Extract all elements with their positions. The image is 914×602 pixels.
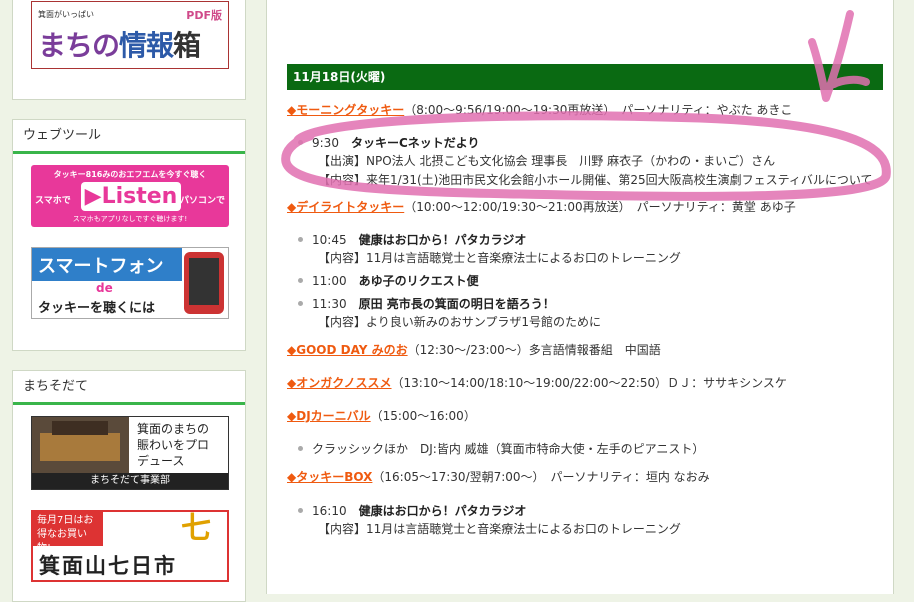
item-time: 16:10 — [312, 504, 347, 518]
smartphone-banner[interactable]: スマートフォン de タッキーを聴くには — [31, 247, 229, 319]
list-item: 16:10 健康はお口から！パタカラジオ — [312, 502, 526, 519]
item-title: 原田 亮市長の箕面の明日を語ろう！ — [358, 297, 555, 311]
nanokaichi-banner[interactable]: 毎月7日はお得なお買い物! 七 箕面山七日市 — [31, 510, 229, 582]
bullet-icon — [298, 301, 303, 306]
program-line: ◆デイライトタッキー（10:00〜12:00/19:30〜21:00再放送） パ… — [287, 198, 796, 215]
bullet-icon — [298, 446, 303, 451]
item-detail: 【内容】より良い新みのおサンプラザ1号館のために — [318, 315, 602, 329]
program-link[interactable]: ◆デイライトタッキー — [287, 200, 404, 214]
item-detail: 【内容】来年1/31(土)池田市民文化会館小ホール開催、第25回大阪高校生演劇フ… — [318, 173, 873, 187]
program-info: （13:10〜14:00/18:10〜19:00/22:00〜22:50）ＤＪ：… — [391, 376, 787, 390]
listen-top-text: タッキー816みのおエフエムを今すぐ聴く — [53, 170, 207, 179]
smartphone-icon — [184, 252, 224, 314]
item-title: タッキーCネットだより — [350, 136, 480, 150]
program-link[interactable]: ◆DJカーニバル — [287, 409, 371, 423]
list-item: クラッシックほか DJ:皆内 威雄（箕面市特命大使・左手のピアニスト） — [312, 440, 704, 457]
web-tools-title: ウェブツール — [13, 120, 245, 154]
program-line: ◆GOOD DAY みのお（12:30〜/23:00〜）多言語情報番組 中国語 — [287, 341, 661, 358]
item-detail: 【内容】11月は言語聴覚士と音楽療法士によるお口のトレーニング — [318, 251, 681, 265]
listen-left-text: スマホで — [35, 196, 71, 206]
banner-title-part: まちの — [38, 29, 120, 62]
storefront-photo — [32, 417, 129, 475]
program-line: ◆モーニングタッキー（8:00〜9:56/19:00〜19:30再放送） パーソ… — [287, 101, 792, 118]
listen-banner[interactable]: タッキー816みのおエフエムを今すぐ聴く スマホで ▶Listen パソコンで … — [31, 165, 229, 227]
program-link[interactable]: ◆タッキーBOX — [287, 470, 372, 484]
banner-title-part: 情報 — [119, 29, 174, 62]
item-time: 11:30 — [312, 297, 347, 311]
sidebar-box-banner: 箕面がいっぱい PDF版 まちの情報箱 — [12, 0, 246, 100]
listen-right-text: パソコンで — [179, 196, 225, 206]
phone-banner-title: スマートフォン — [38, 256, 164, 277]
machisodate-banner[interactable]: 箕面のまちの賑わいをプロデュース まちそだて事業部 — [31, 416, 229, 490]
machisodate-box: まちそだて 箕面のまちの賑わいをプロデュース まちそだて事業部 毎月7日はお得な… — [12, 370, 246, 602]
web-tools-box: ウェブツール タッキー816みのおエフエムを今すぐ聴く スマホで ▶Listen… — [12, 119, 246, 351]
item-title: クラッシックほか DJ:皆内 威雄（箕面市特命大使・左手のピアニスト） — [312, 442, 705, 456]
bullet-icon — [298, 508, 303, 513]
list-item: 10:45 健康はお口から！パタカラジオ — [312, 231, 526, 248]
item-detail: 【内容】11月は言語聴覚士と音楽療法士によるお口のトレーニング — [318, 522, 681, 536]
sodate-banner-text: 箕面のまちの賑わいをプロデュース — [129, 417, 228, 475]
list-item: 11:30 原田 亮市長の箕面の明日を語ろう！ — [312, 295, 555, 312]
item-title: 健康はお口から！パタカラジオ — [358, 233, 527, 247]
item-detail: 【出演】NPO法人 北摂こども文化協会 理事長 川野 麻衣子（かわの・まいご）さ… — [318, 154, 776, 168]
program-info: （10:00〜12:00/19:30〜21:00再放送） パーソナリティ：黄堂 … — [404, 200, 796, 214]
bullet-icon — [298, 140, 303, 145]
program-info: （15:00〜16:00） — [370, 409, 476, 423]
banner-title-part: 箱 — [173, 29, 201, 62]
banner-small-text: 箕面がいっぱい — [38, 10, 94, 19]
program-info: （12:30〜/23:00〜）多言語情報番組 中国語 — [407, 343, 661, 357]
pdf-label: PDF版 — [186, 9, 222, 22]
item-title: あゆ子のリクエスト便 — [358, 274, 479, 288]
sodate-banner-bar: まちそだて事業部 — [32, 473, 228, 489]
list-item: 9:30 タッキーCネットだより — [312, 134, 480, 151]
program-info: （8:00〜9:56/19:00〜19:30再放送） パーソナリティ：やぶた あ… — [404, 103, 793, 117]
machisodate-title: まちそだて — [13, 371, 245, 405]
item-time: 10:45 — [312, 233, 347, 247]
program-line: ◆DJカーニバル（15:00〜16:00） — [287, 407, 476, 424]
program-info: （16:05〜17:30/翌朝7:00〜） パーソナリティ：垣内 なおみ — [372, 470, 710, 484]
schedule-panel: 11月18日(火曜) ◆モーニングタッキー（8:00〜9:56/19:00〜19… — [266, 0, 894, 594]
machi-joho-bako-banner[interactable]: 箕面がいっぱい PDF版 まちの情報箱 — [31, 1, 229, 69]
program-link[interactable]: ◆GOOD DAY みのお — [287, 343, 408, 357]
listen-bottom-text: スマホもアプリなしですぐ聴けます! — [72, 215, 188, 223]
bullet-icon — [298, 278, 303, 283]
item-time: 11:00 — [312, 274, 347, 288]
bullet-icon — [298, 237, 303, 242]
program-line: ◆オンガクノススメ（13:10〜14:00/18:10〜19:00/22:00〜… — [287, 374, 787, 391]
banner-title: まちの情報箱 — [38, 24, 201, 64]
nanoka-red-label: 毎月7日はお得なお買い物! — [33, 512, 103, 554]
phone-banner-subtitle: タッキーを聴くには — [38, 301, 156, 316]
list-item: 11:00 あゆ子のリクエスト便 — [312, 272, 479, 289]
program-link[interactable]: ◆モーニングタッキー — [287, 103, 404, 117]
program-link[interactable]: ◆オンガクノススメ — [287, 376, 392, 390]
item-title: 健康はお口から！パタカラジオ — [358, 504, 527, 518]
program-line: ◆タッキーBOX（16:05〜17:30/翌朝7:00〜） パーソナリティ：垣内… — [287, 468, 710, 485]
listen-play-label: ▶Listen — [81, 182, 181, 211]
nanoka-deco-icon: 七 — [181, 511, 211, 546]
date-heading: 11月18日(火曜) — [287, 64, 883, 90]
item-time: 9:30 — [312, 136, 339, 150]
sidebar: 箕面がいっぱい PDF版 まちの情報箱 ウェブツール タッキー816みのおエフエ… — [0, 0, 260, 602]
phone-banner-de: de — [96, 281, 113, 295]
nanoka-title: 箕面山七日市 — [39, 554, 177, 578]
